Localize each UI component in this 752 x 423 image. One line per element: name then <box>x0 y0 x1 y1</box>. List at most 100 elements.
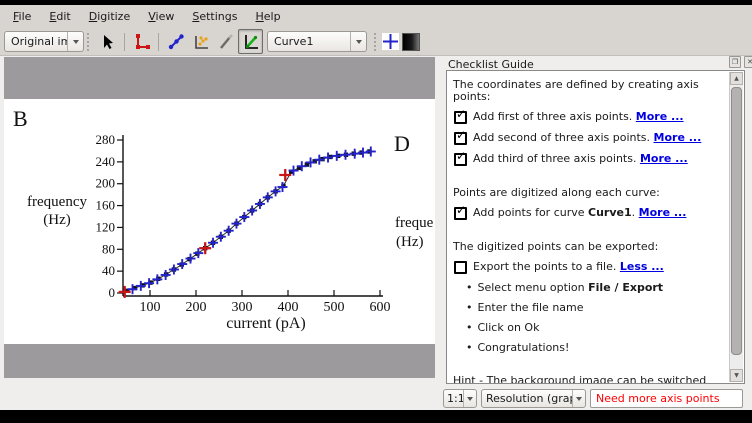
checklist-content: The coordinates are defined by creating … <box>453 76 725 384</box>
checklist-bullet: Congratulations! <box>466 342 725 354</box>
curve-point-icon <box>167 33 185 51</box>
x-tick-label: 400 <box>278 300 299 315</box>
digitized-point-marker[interactable] <box>177 259 187 269</box>
checklist-link[interactable]: More ... <box>639 206 687 219</box>
digitized-point-marker[interactable] <box>366 146 376 156</box>
menu-edit[interactable]: Edit <box>40 7 79 26</box>
scrollbar-thumb[interactable] <box>731 87 742 355</box>
digitized-point-marker[interactable] <box>358 148 368 158</box>
x-tick-label: 300 <box>232 300 253 315</box>
y-tick-label: 280 <box>96 132 116 147</box>
dock-float-button[interactable]: ❐ <box>729 56 741 68</box>
pan-crosshair-icon <box>382 33 399 50</box>
checklist-step-label: Add first of three axis points. More ... <box>473 111 684 123</box>
toolbar-separator <box>158 33 159 51</box>
checked-checkbox-icon[interactable] <box>454 111 467 124</box>
checklist-bullet: Click on Ok <box>466 322 725 334</box>
y-tick-label: 80 <box>102 241 115 256</box>
checklist-link[interactable]: Less ... <box>620 260 664 273</box>
graph-image: 04080120160200240280100200300400500600BD… <box>4 99 435 344</box>
checklist-step: Add points for curve Curve1. More ... <box>453 207 725 220</box>
y-tick-label: 40 <box>102 263 115 278</box>
menu-digitize[interactable]: Digitize <box>80 7 140 26</box>
checklist-step: Add first of three axis points. More ... <box>453 111 725 124</box>
panel-label-b: B <box>13 106 28 131</box>
unchecked-checkbox-icon[interactable] <box>454 261 467 274</box>
checklist-step-label: Add third of three axis points. More ... <box>473 153 688 165</box>
checklist-scrollbar[interactable]: ▲ ▼ <box>729 72 743 382</box>
checklist-step: Add third of three axis points. More ... <box>453 153 725 166</box>
checklist-link[interactable]: More ... <box>654 131 702 144</box>
checklist-step-label: Export the points to a file. Less ... <box>473 261 664 273</box>
point-match-tool-button[interactable] <box>188 29 213 54</box>
app-window: FileEditDigitizeViewSettingsHelp Origina… <box>0 0 752 423</box>
status-message: Need more axis points <box>596 392 720 405</box>
checklist-step-label: Add second of three axis points. More ..… <box>473 132 701 144</box>
checklist-hint: Hint - The background image can be switc… <box>453 375 725 384</box>
menu-view[interactable]: View <box>139 7 183 26</box>
y-tick-label: 200 <box>96 176 116 191</box>
curve-point-tool-button[interactable] <box>163 29 188 54</box>
segment-fill-icon <box>217 33 235 51</box>
chevron-down-icon <box>67 32 83 51</box>
select-tool-button[interactable] <box>95 29 120 54</box>
dock-buttons: ❐ ✕ <box>729 56 752 68</box>
point-match-icon <box>192 33 210 51</box>
panel-label-d: D <box>394 131 410 156</box>
digitized-point-marker[interactable] <box>341 150 351 160</box>
digitizer-plot[interactable]: 04080120160200240280100200300400500600BD… <box>4 99 435 344</box>
chevron-down-icon <box>463 390 476 407</box>
menu-settings[interactable]: Settings <box>183 7 246 26</box>
checked-checkbox-icon[interactable] <box>454 132 467 145</box>
checklist-step: Export the points to a file. Less ... <box>453 261 725 274</box>
zoom-selector[interactable]: 1:1 <box>443 389 477 408</box>
scroll-up-icon[interactable]: ▲ <box>730 72 743 85</box>
dock-close-button[interactable]: ✕ <box>744 56 752 68</box>
axis-point-tool-button[interactable] <box>129 29 154 54</box>
digitized-point-marker[interactable] <box>193 248 203 258</box>
graphics-view[interactable]: 04080120160200240280100200300400500600BD… <box>4 57 435 378</box>
menu-help[interactable]: Help <box>246 7 289 26</box>
curve-selector[interactable]: Curve1 <box>267 31 367 52</box>
curve-selector-value: Curve1 <box>268 35 350 48</box>
toolbar-handle <box>374 33 379 51</box>
checklist-intro: The digitized points can be exported: <box>453 241 725 253</box>
menu-file[interactable]: File <box>4 7 40 26</box>
digitized-point-marker[interactable] <box>208 238 218 248</box>
x-tick-label: 600 <box>370 300 391 315</box>
curve-line <box>127 151 369 290</box>
y-axis-title: frequency <box>27 194 87 210</box>
checklist-guide-panel: The coordinates are defined by creating … <box>446 70 745 384</box>
y-tick-label: 0 <box>109 285 116 300</box>
chevron-down-icon <box>350 32 366 51</box>
resolution-selector[interactable]: Resolution (graph): <box>481 389 586 408</box>
checklist-link[interactable]: More ... <box>640 152 688 165</box>
background-selector[interactable]: Original image <box>4 31 84 52</box>
digitized-point-marker[interactable] <box>350 149 360 159</box>
select-cursor-icon <box>99 33 117 51</box>
checklist-link[interactable]: More ... <box>636 110 684 123</box>
scroll-down-icon[interactable]: ▼ <box>730 369 743 382</box>
x-tick-label: 200 <box>186 300 207 315</box>
checked-checkbox-icon[interactable] <box>454 153 467 166</box>
chevron-down-icon <box>572 390 585 407</box>
y-axis-title: (Hz) <box>43 212 70 228</box>
checked-checkbox-icon[interactable] <box>454 207 467 220</box>
x-tick-label: 100 <box>140 300 161 315</box>
color-picker-icon <box>242 33 260 51</box>
y-tick-label: 120 <box>96 219 116 234</box>
digitized-point-marker[interactable] <box>185 254 195 264</box>
color-picker-tool-button[interactable] <box>238 29 263 54</box>
clipped-y-axis-title: freque <box>395 215 434 231</box>
checklist-step-label: Add points for curve Curve1. More ... <box>473 207 686 219</box>
checklist-intro: Points are digitized along each curve: <box>453 187 725 199</box>
status-bar: 1:1 Resolution (graph): Need more axis p… <box>0 385 752 410</box>
status-message-field: Need more axis points <box>590 389 743 408</box>
toolbar: Original image <box>0 28 752 56</box>
digitized-point-marker[interactable] <box>216 232 226 242</box>
digitized-point-marker[interactable] <box>169 265 179 275</box>
checklist-bullet: Enter the file name <box>466 302 725 314</box>
resolution-value: Resolution (graph): <box>482 392 572 405</box>
digitized-point-marker[interactable] <box>332 151 342 161</box>
segment-fill-tool-button[interactable] <box>213 29 238 54</box>
